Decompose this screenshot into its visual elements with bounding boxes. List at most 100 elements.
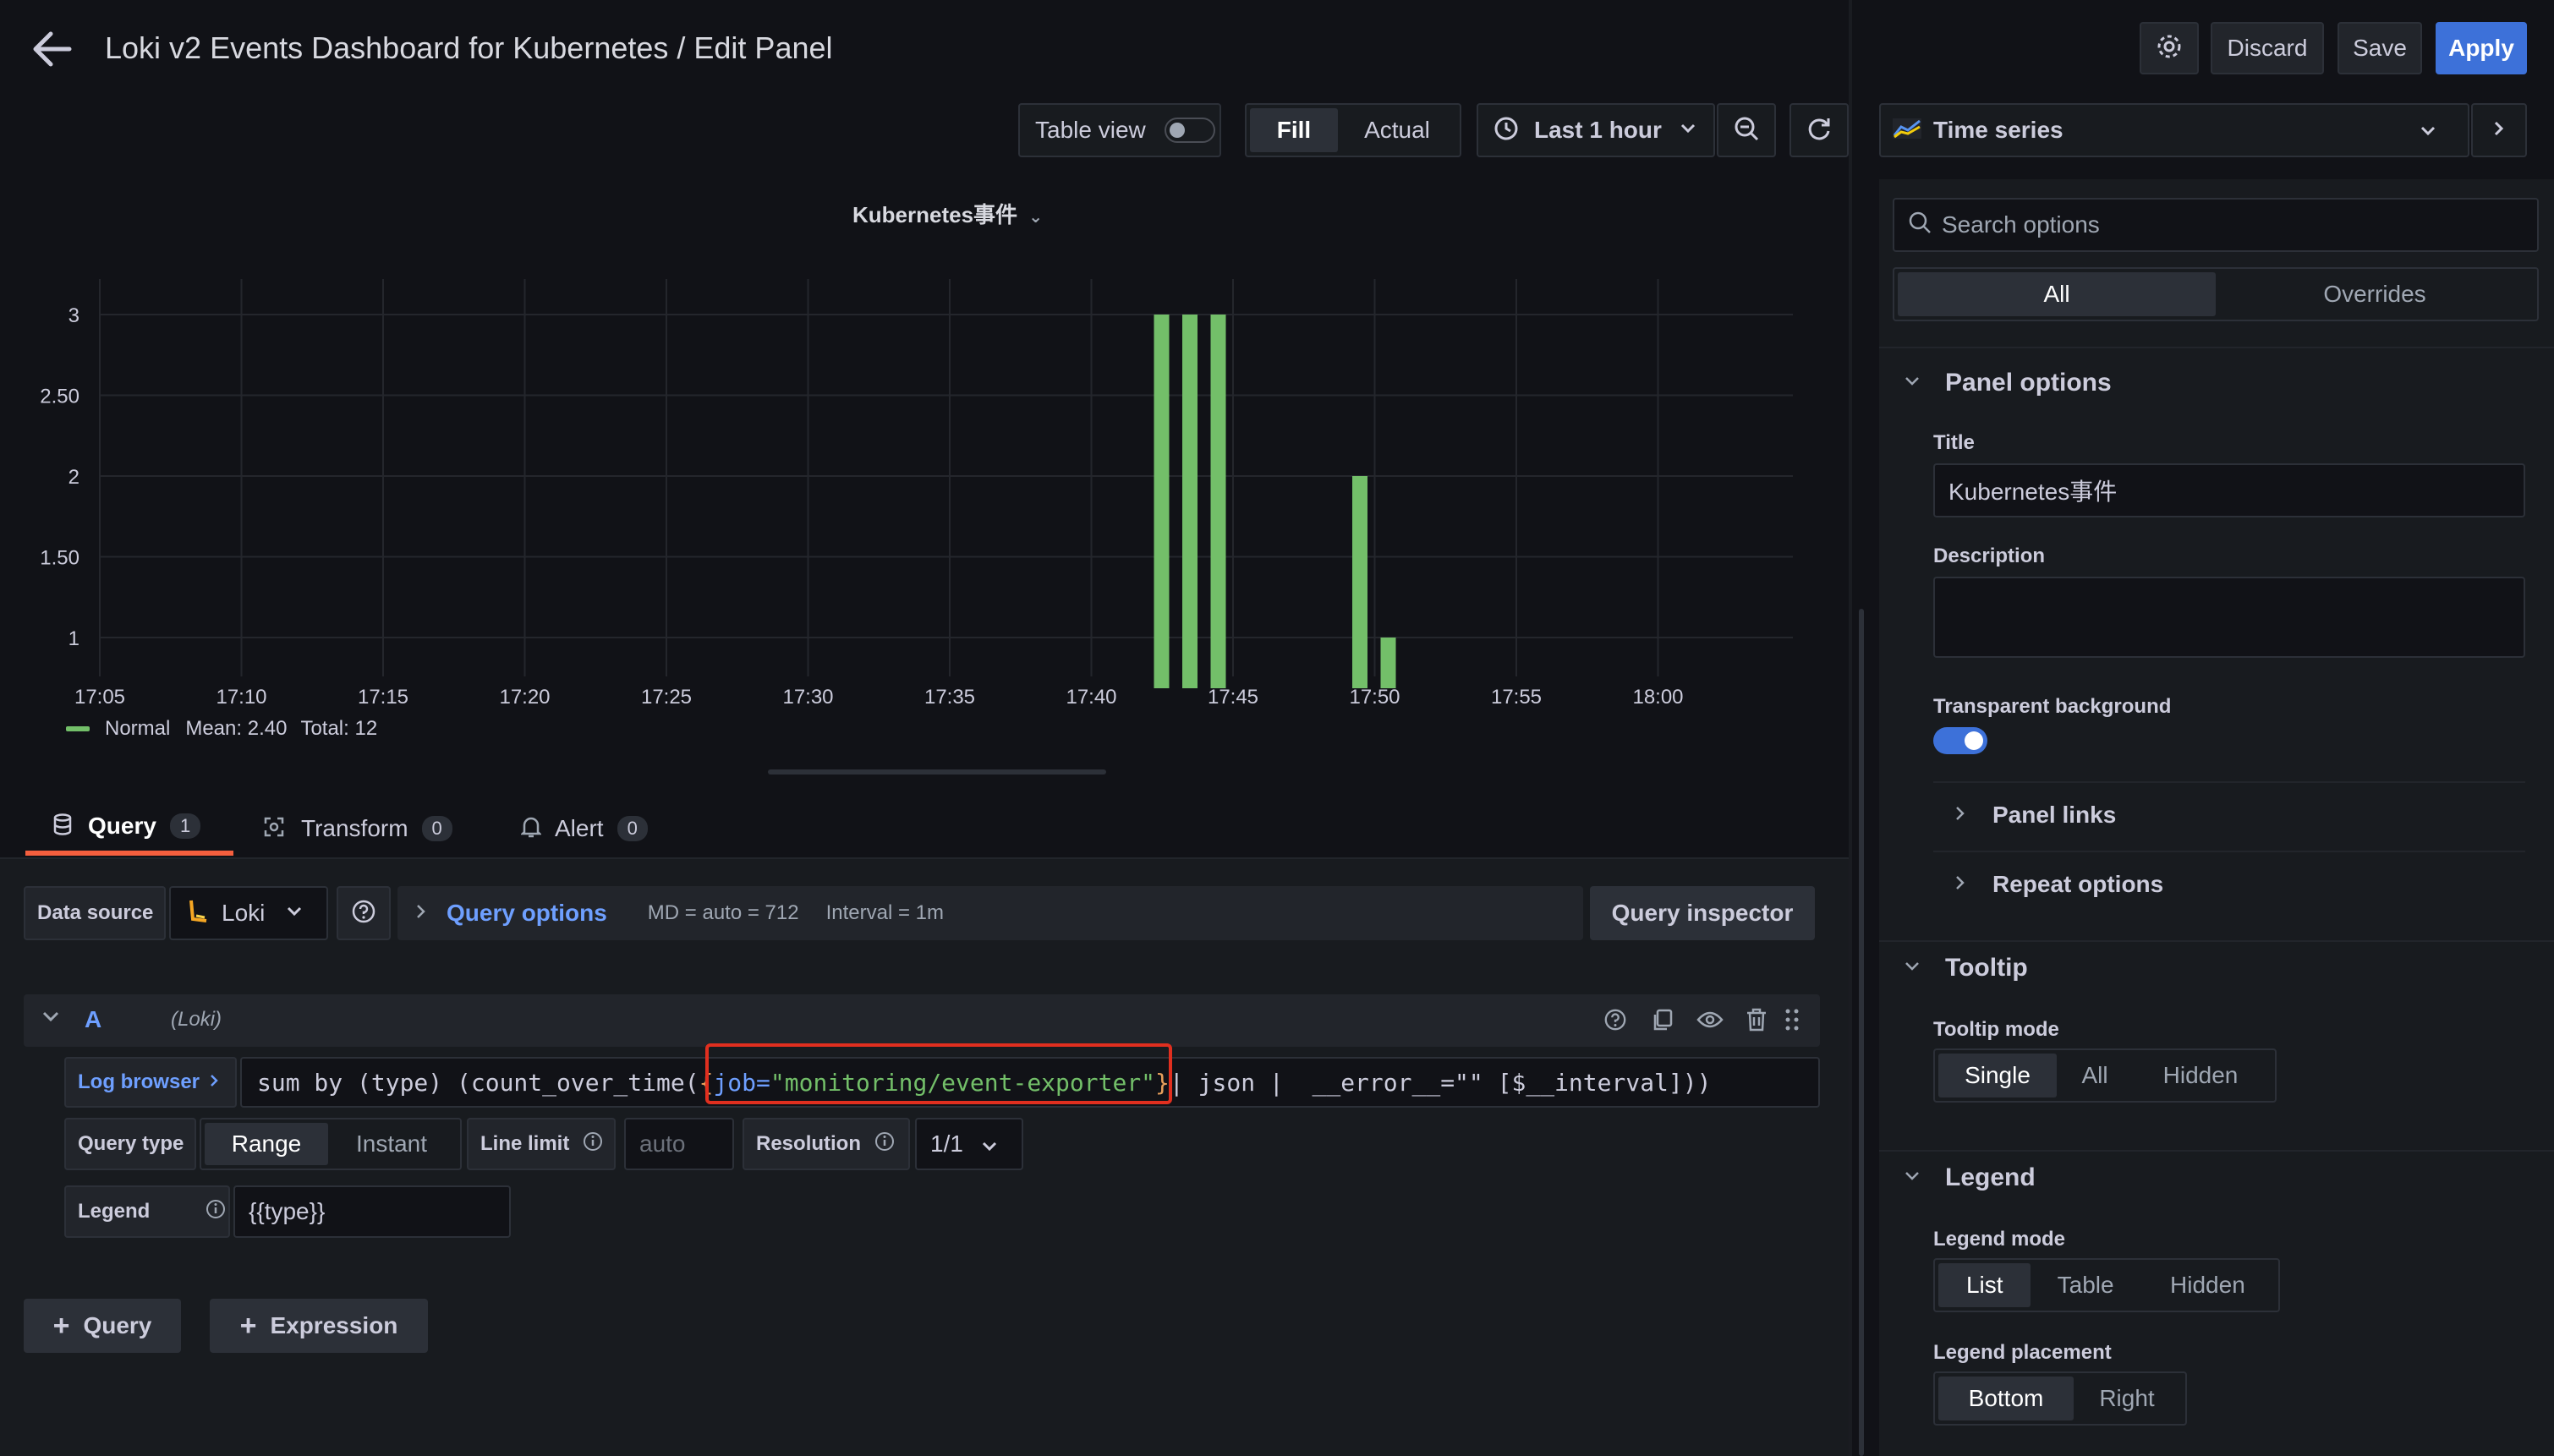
add-expression-button[interactable]: + Expression <box>210 1299 428 1353</box>
query-inspector-button[interactable]: Query inspector <box>1590 886 1815 940</box>
bar[interactable] <box>1352 476 1367 688</box>
tab-query-label: Query <box>88 813 156 839</box>
table-view-label: Table view <box>1035 117 1146 143</box>
add-query-label: Query <box>83 1312 152 1338</box>
legend-format-input[interactable]: {{type}} <box>233 1185 511 1238</box>
panel-title[interactable]: Kubernetes事件 ⌄ <box>852 198 1043 229</box>
plus-icon: + <box>239 1309 257 1342</box>
x-tick-label: 17:45 <box>1208 686 1258 709</box>
query-options-link[interactable]: Query options <box>447 900 607 927</box>
trash-icon[interactable] <box>1746 1008 1768 1036</box>
y-tick-label: 3 <box>69 304 79 327</box>
back-arrow-icon[interactable] <box>32 30 73 68</box>
tooltip-single-option[interactable]: Single <box>1938 1054 2057 1097</box>
line-limit-input[interactable]: auto <box>624 1118 734 1170</box>
overrides-tab[interactable]: Overrides <box>2216 272 2534 316</box>
chevron-down-icon: ⌄ <box>1028 208 1044 227</box>
chevron-right-icon <box>2494 121 2504 140</box>
legend-mode-label: Legend mode <box>1933 1228 2066 1251</box>
description-textarea[interactable] <box>1933 577 2525 658</box>
eye-icon[interactable] <box>1696 1010 1724 1034</box>
y-tick-label: 2 <box>69 466 79 489</box>
tab-transform-count: 0 <box>421 816 452 841</box>
chevron-down-icon <box>1905 375 1920 391</box>
instant-option[interactable]: Instant <box>328 1123 455 1165</box>
add-query-button[interactable]: + Query <box>24 1299 181 1353</box>
tooltip-hidden-option[interactable]: Hidden <box>2133 1054 2268 1097</box>
chevron-down-icon <box>1905 961 1920 976</box>
zoom-out-button[interactable] <box>1717 103 1776 157</box>
vertical-scrollbar[interactable] <box>1859 609 1864 1456</box>
all-options-tab[interactable]: All <box>1898 272 2216 316</box>
bar[interactable] <box>1154 315 1170 688</box>
chevron-down-icon <box>1680 123 1696 138</box>
tooltip-header[interactable]: Tooltip <box>1905 954 2028 983</box>
x-tick-label: 17:15 <box>358 686 408 709</box>
legend-list-option[interactable]: List <box>1938 1263 2031 1307</box>
time-series-icon <box>1893 118 1921 143</box>
line-limit-text: Line limit <box>480 1132 570 1155</box>
time-picker[interactable]: Last 1 hour <box>1477 103 1715 157</box>
search-options-input[interactable]: Search options <box>1893 198 2539 252</box>
legend-series-name[interactable]: Normal <box>105 717 170 741</box>
settings-button[interactable] <box>2140 22 2199 74</box>
clock-icon <box>1493 116 1519 145</box>
expr-pipeline: | json | __error__="" [$__interval])) <box>1169 1068 1712 1097</box>
bar[interactable] <box>1182 315 1198 688</box>
info-circle-icon <box>874 1131 895 1158</box>
tooltip-all-option[interactable]: All <box>2057 1054 2133 1097</box>
resolution-select[interactable]: 1/1 <box>915 1118 1023 1170</box>
actual-option[interactable]: Actual <box>1338 108 1456 152</box>
panel-resize-handle[interactable] <box>768 769 1106 775</box>
x-tick-label: 17:25 <box>641 686 692 709</box>
drag-handle-icon[interactable] <box>1784 1008 1800 1036</box>
chart-legend: Normal Mean: 2.40 Total: 12 <box>66 717 377 741</box>
zoom-out-icon <box>1733 115 1760 146</box>
refresh-button[interactable] <box>1789 103 1849 157</box>
visualization-picker[interactable]: Time series <box>1879 103 2469 157</box>
tab-query[interactable]: Query 1 <box>25 802 233 856</box>
legend-hidden-option[interactable]: Hidden <box>2140 1263 2275 1307</box>
transparent-background-switch[interactable] <box>1933 727 1987 754</box>
section-divider <box>1933 851 2525 852</box>
title-input[interactable]: Kubernetes事件 <box>1933 463 2525 517</box>
pane-splitter[interactable] <box>1849 0 1852 1456</box>
chevron-down-icon <box>1905 1170 1920 1185</box>
legend-right-option[interactable]: Right <box>2074 1377 2180 1420</box>
query-help-icon[interactable] <box>1603 1008 1627 1036</box>
save-button[interactable]: Save <box>2338 22 2422 74</box>
query-row-header <box>24 994 1820 1047</box>
chevron-right-icon <box>210 1074 218 1092</box>
tab-transform-label: Transform <box>301 815 408 841</box>
panel-links-header[interactable]: Panel links <box>1955 802 2116 829</box>
range-option[interactable]: Range <box>205 1123 328 1165</box>
tab-transform[interactable]: Transform 0 <box>262 802 452 856</box>
bar[interactable] <box>1210 315 1226 688</box>
legend-format-label: Legend <box>64 1185 230 1238</box>
query-ref-id[interactable]: A <box>85 1006 101 1033</box>
fill-option[interactable]: Fill <box>1250 108 1338 152</box>
discard-button[interactable]: Discard <box>2211 22 2324 74</box>
datasource-help-button[interactable] <box>337 886 391 940</box>
search-icon <box>1908 211 1932 240</box>
legend-table-option[interactable]: Table <box>2031 1263 2140 1307</box>
tab-alert[interactable]: Alert 0 <box>519 802 648 856</box>
bar[interactable] <box>1380 638 1396 688</box>
info-circle-icon <box>206 1199 226 1225</box>
collapse-query-icon[interactable] <box>42 1011 59 1027</box>
log-browser-button[interactable]: Log browser <box>64 1057 237 1108</box>
panel-options-header[interactable]: Panel options <box>1905 369 2112 397</box>
legend-total: Total: 12 <box>300 717 378 740</box>
apply-button[interactable]: Apply <box>2436 22 2527 74</box>
duplicate-query-icon[interactable] <box>1651 1008 1674 1036</box>
legend-header[interactable]: Legend <box>1905 1163 2036 1192</box>
repeat-options-header[interactable]: Repeat options <box>1955 871 2163 898</box>
legend-bottom-option[interactable]: Bottom <box>1938 1377 2074 1420</box>
chevron-right-icon <box>1955 875 1965 895</box>
query-options-row[interactable]: Query options MD = auto = 712 Interval =… <box>397 886 1583 940</box>
table-view-switch[interactable] <box>1164 118 1215 143</box>
datasource-label: Data source <box>24 886 166 940</box>
collapse-options-button[interactable] <box>2471 103 2527 157</box>
resolution-value: 1/1 <box>930 1130 963 1157</box>
datasource-picker[interactable]: Loki <box>169 886 328 940</box>
